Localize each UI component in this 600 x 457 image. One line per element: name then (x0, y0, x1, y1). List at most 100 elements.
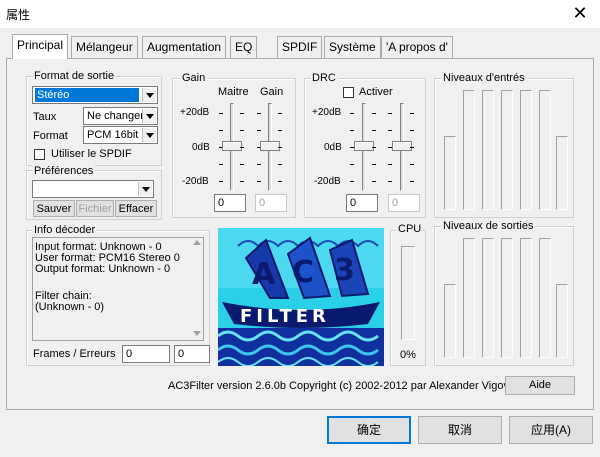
tick (388, 113, 392, 114)
output-level-meter (556, 284, 568, 358)
svg-text:3: 3 (334, 253, 355, 288)
tick (257, 164, 261, 165)
drc-db-top: +20dB (312, 107, 342, 118)
tick (372, 164, 376, 165)
tick (240, 130, 244, 131)
tick (350, 181, 354, 182)
frames-field[interactable]: 0 (122, 345, 170, 363)
tick (219, 164, 223, 165)
spdif-label: Utiliser le SPDIF (51, 148, 132, 160)
tick (350, 164, 354, 165)
help-button[interactable]: Aide (505, 376, 575, 395)
tick (240, 164, 244, 165)
tick (350, 113, 354, 114)
svg-text:FILTER: FILTER (240, 306, 330, 327)
tab-augmentation[interactable]: Augmentation (142, 36, 227, 58)
decoder-info-text[interactable]: Input format: Unknown - 0 User format: P… (32, 237, 204, 341)
tick (410, 164, 414, 165)
cpu-legend: CPU (396, 223, 424, 235)
close-icon[interactable]: ✕ (566, 3, 594, 23)
drc-slider2-thumb[interactable] (392, 141, 412, 151)
preset-select[interactable] (32, 180, 154, 198)
tick (278, 181, 282, 182)
spdif-checkbox[interactable] (34, 149, 45, 160)
preferences-legend: Préférences (32, 165, 96, 177)
drc-value2-field[interactable]: 0 (388, 194, 420, 212)
drc-value1-field[interactable]: 0 (346, 194, 378, 212)
rate-label: Taux (33, 111, 57, 123)
tab-systeme[interactable]: Système (324, 36, 381, 58)
gain-db-top: +20dB (180, 107, 210, 118)
tick (410, 130, 414, 131)
tick (410, 147, 414, 148)
output-levels-legend: Niveaux de sorties (441, 220, 536, 232)
tick (219, 181, 223, 182)
svg-text:A: A (252, 257, 276, 292)
input-level-meter (539, 90, 551, 210)
tick (278, 130, 282, 131)
chevron-down-icon[interactable] (142, 109, 156, 123)
output-level-meter (520, 238, 532, 358)
drc-enable-checkbox[interactable] (343, 87, 354, 98)
drc-legend: DRC (310, 72, 338, 84)
tick (372, 147, 376, 148)
rate-select[interactable]: Ne changer (83, 107, 158, 125)
tick (257, 181, 261, 182)
tab-spdif[interactable]: SPDIF (277, 36, 323, 58)
tick (278, 164, 282, 165)
channels-select[interactable]: Stéréo (32, 86, 158, 104)
tick (410, 113, 414, 114)
drc-slider1-thumb[interactable] (354, 141, 374, 151)
input-levels-legend: Niveaux d'entrés (441, 72, 527, 84)
master-slider-thumb[interactable] (222, 141, 242, 151)
version-text: AC3Filter version 2.6.0b Copyright (c) 2… (168, 380, 526, 392)
info-line: (Unknown - 0) (35, 301, 105, 313)
gain-value-field[interactable]: 0 (255, 194, 287, 212)
tab-principal[interactable]: Principal (12, 34, 69, 59)
gain-slider-thumb[interactable] (260, 141, 280, 151)
tick (372, 113, 376, 114)
decoder-info-legend: Info décoder (32, 224, 98, 236)
tick (410, 181, 414, 182)
tick (372, 181, 376, 182)
gain-legend: Gain (180, 72, 208, 84)
file-button[interactable]: Fichier (76, 200, 114, 217)
tick (257, 113, 261, 114)
cancel-button[interactable]: 取消 (418, 416, 502, 444)
tab-a-propos[interactable]: 'A propos d' (381, 36, 453, 58)
master-value-field[interactable]: 0 (214, 194, 246, 212)
format-select[interactable]: PCM 16bit (83, 126, 158, 144)
tick (257, 130, 261, 131)
input-level-meter (556, 136, 568, 210)
output-level-meter (482, 238, 494, 358)
tick (240, 181, 244, 182)
master-label: Maitre (218, 86, 249, 98)
input-level-meter (482, 90, 494, 210)
window-title: 属性 (6, 8, 31, 22)
scroll-up-icon[interactable] (193, 240, 201, 245)
gain-label: Gain (260, 86, 284, 98)
chevron-down-icon[interactable] (142, 88, 156, 102)
format-value: PCM 16bit (87, 129, 139, 141)
ok-button[interactable]: 确定 (327, 416, 411, 444)
errors-field[interactable]: 0 (174, 345, 210, 363)
scroll-down-icon[interactable] (193, 331, 201, 336)
tick (388, 130, 392, 131)
ac3filter-logo: A C 3 FILTER (218, 228, 384, 366)
tick (240, 147, 244, 148)
input-level-meter (501, 90, 513, 210)
chevron-down-icon[interactable] (138, 182, 152, 196)
tick (240, 113, 244, 114)
input-level-meter (520, 90, 532, 210)
tick (388, 181, 392, 182)
save-button[interactable]: Sauver (33, 200, 75, 217)
drc-db-mid: 0dB (324, 142, 342, 153)
tab-melangeur[interactable]: Mélangeur (71, 36, 138, 58)
apply-button[interactable]: 应用(A) (509, 416, 593, 444)
tab-eq[interactable]: EQ (230, 36, 258, 58)
clear-button[interactable]: Effacer (115, 200, 157, 217)
chevron-down-icon[interactable] (142, 128, 156, 142)
gain-db-bottom: -20dB (182, 176, 209, 187)
tick (372, 130, 376, 131)
output-level-meter (501, 238, 513, 358)
